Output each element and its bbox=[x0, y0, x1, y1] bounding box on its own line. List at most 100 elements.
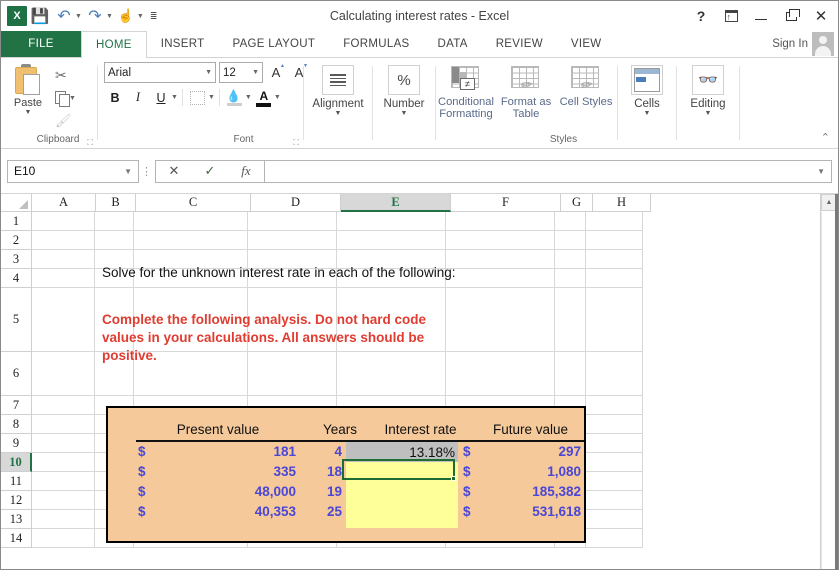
increase-font-size-button[interactable]: A bbox=[266, 62, 286, 83]
cell-G6[interactable] bbox=[555, 352, 586, 396]
cell-H14[interactable] bbox=[586, 529, 643, 548]
column-header-e[interactable]: E bbox=[341, 194, 451, 212]
name-box[interactable]: E10 ▼ bbox=[7, 159, 139, 183]
row-header-8[interactable]: 8 bbox=[1, 415, 32, 434]
tab-data[interactable]: DATA bbox=[424, 31, 482, 57]
alignment-dropdown-icon[interactable]: ▼ bbox=[335, 110, 342, 117]
help-button[interactable]: ? bbox=[686, 2, 716, 30]
select-all-corner[interactable] bbox=[1, 194, 32, 212]
italic-button[interactable]: I bbox=[127, 87, 149, 108]
cell-E1[interactable] bbox=[337, 212, 446, 231]
font-color-dropdown-icon[interactable]: ▼ bbox=[274, 94, 281, 101]
row-header-11[interactable]: 11 bbox=[1, 472, 32, 491]
editing-button[interactable]: 👓 Editing ▼ bbox=[677, 62, 739, 117]
fill-color-button[interactable]: 💧 bbox=[224, 87, 246, 108]
cell-A1[interactable] bbox=[32, 212, 95, 231]
avatar[interactable] bbox=[812, 32, 834, 56]
borders-dropdown-icon[interactable]: ▼ bbox=[208, 94, 215, 101]
cell-A8[interactable] bbox=[32, 415, 95, 434]
ribbon-display-options-icon[interactable] bbox=[716, 2, 746, 30]
input-cell-rate-row3[interactable] bbox=[346, 482, 458, 502]
column-header-g[interactable]: G bbox=[561, 194, 593, 212]
row-header-3[interactable]: 3 bbox=[1, 250, 32, 269]
minimize-button[interactable] bbox=[746, 2, 776, 30]
cell-A11[interactable] bbox=[32, 472, 95, 491]
cell-A12[interactable] bbox=[32, 491, 95, 510]
fill-handle[interactable] bbox=[451, 476, 456, 481]
cell-H10[interactable] bbox=[586, 453, 643, 472]
row-header-12[interactable]: 12 bbox=[1, 491, 32, 510]
name-box-dropdown-icon[interactable]: ▼ bbox=[124, 167, 132, 176]
cell-H4[interactable] bbox=[586, 269, 643, 288]
tab-insert[interactable]: INSERT bbox=[147, 31, 219, 57]
cell-F3[interactable] bbox=[446, 250, 555, 269]
row-header-6[interactable]: 6 bbox=[1, 352, 32, 396]
cell-A14[interactable] bbox=[32, 529, 95, 548]
cell-C2[interactable] bbox=[134, 231, 248, 250]
enter-formula-button[interactable]: ✓ bbox=[192, 161, 228, 182]
restore-button[interactable] bbox=[776, 2, 806, 30]
column-header-d[interactable]: D bbox=[251, 194, 341, 212]
column-header-c[interactable]: C bbox=[136, 194, 251, 212]
redo-dropdown-icon[interactable]: ▼ bbox=[106, 13, 113, 20]
number-button[interactable]: % Number ▼ bbox=[373, 62, 435, 117]
underline-button[interactable]: U bbox=[150, 87, 172, 108]
customize-qat-icon[interactable]: ≣ bbox=[146, 11, 162, 22]
row-header-9[interactable]: 9 bbox=[1, 434, 32, 453]
copy-dropdown-icon[interactable]: ▼ bbox=[69, 95, 76, 102]
cell-D1[interactable] bbox=[248, 212, 337, 231]
close-button[interactable]: ✕ bbox=[806, 2, 836, 30]
row-header-14[interactable]: 14 bbox=[1, 529, 32, 548]
cell-A2[interactable] bbox=[32, 231, 95, 250]
borders-button[interactable] bbox=[187, 87, 209, 108]
font-name-dropdown-icon[interactable]: ▼ bbox=[205, 69, 212, 76]
format-painter-button[interactable]: 🖌 bbox=[55, 111, 85, 131]
cell-H11[interactable] bbox=[586, 472, 643, 491]
editing-dropdown-icon[interactable]: ▼ bbox=[705, 110, 712, 117]
cells-dropdown-icon[interactable]: ▼ bbox=[644, 110, 651, 117]
touch-mode-dropdown-icon[interactable]: ▼ bbox=[137, 13, 144, 20]
save-icon[interactable]: 💾 bbox=[29, 5, 51, 27]
row-header-13[interactable]: 13 bbox=[1, 510, 32, 529]
redo-icon[interactable]: ↷ bbox=[84, 5, 106, 27]
paste-button[interactable]: Paste ▼ bbox=[1, 62, 55, 116]
undo-dropdown-icon[interactable]: ▼ bbox=[75, 13, 82, 20]
cell-G5[interactable] bbox=[555, 288, 586, 352]
cell-A4[interactable] bbox=[32, 269, 95, 288]
cell-A13[interactable] bbox=[32, 510, 95, 529]
cell-H3[interactable] bbox=[586, 250, 643, 269]
tab-page-layout[interactable]: PAGE LAYOUT bbox=[218, 31, 329, 57]
cell-A7[interactable] bbox=[32, 396, 95, 415]
column-header-a[interactable]: A bbox=[32, 194, 96, 212]
row-header-5[interactable]: 5 bbox=[1, 288, 32, 352]
alignment-button[interactable]: Alignment ▼ bbox=[304, 62, 372, 117]
font-size-input[interactable]: 12 ▼ bbox=[219, 62, 263, 83]
cell-styles-button[interactable]: ✏ Cell Styles bbox=[556, 62, 616, 108]
cell-C1[interactable] bbox=[134, 212, 248, 231]
cell-F1[interactable] bbox=[446, 212, 555, 231]
clipboard-dialog-launcher[interactable]: ⛶ bbox=[87, 138, 93, 148]
cell-G3[interactable] bbox=[555, 250, 586, 269]
row-header-7[interactable]: 7 bbox=[1, 396, 32, 415]
tab-formulas[interactable]: FORMULAS bbox=[329, 31, 423, 57]
cell-H5[interactable] bbox=[586, 288, 643, 352]
row-header-2[interactable]: 2 bbox=[1, 231, 32, 250]
formula-input[interactable]: ▼ bbox=[264, 159, 832, 183]
active-cell-outline[interactable] bbox=[342, 459, 455, 480]
underline-dropdown-icon[interactable]: ▼ bbox=[171, 94, 178, 101]
insert-function-button[interactable]: fx bbox=[228, 161, 264, 182]
tab-view[interactable]: VIEW bbox=[557, 31, 616, 57]
cut-button[interactable]: ✂ bbox=[55, 65, 85, 85]
cell-H12[interactable] bbox=[586, 491, 643, 510]
fill-color-dropdown-icon[interactable]: ▼ bbox=[245, 94, 252, 101]
format-as-table-button[interactable]: ✏ Format as Table bbox=[496, 62, 556, 120]
touch-mode-icon[interactable]: ☝ bbox=[115, 5, 137, 27]
font-name-input[interactable]: Arial ▼ bbox=[104, 62, 216, 83]
conditional-formatting-button[interactable]: ≠ Conditional Formatting bbox=[436, 62, 496, 120]
formula-bar-handle[interactable]: ⋮ bbox=[139, 165, 155, 178]
number-dropdown-icon[interactable]: ▼ bbox=[401, 110, 408, 117]
expand-formula-bar-icon[interactable]: ▼ bbox=[817, 167, 825, 176]
tab-home[interactable]: HOME bbox=[81, 31, 147, 58]
copy-button[interactable]: ▼ bbox=[55, 88, 85, 108]
sign-in-area[interactable]: Sign In bbox=[772, 31, 838, 57]
